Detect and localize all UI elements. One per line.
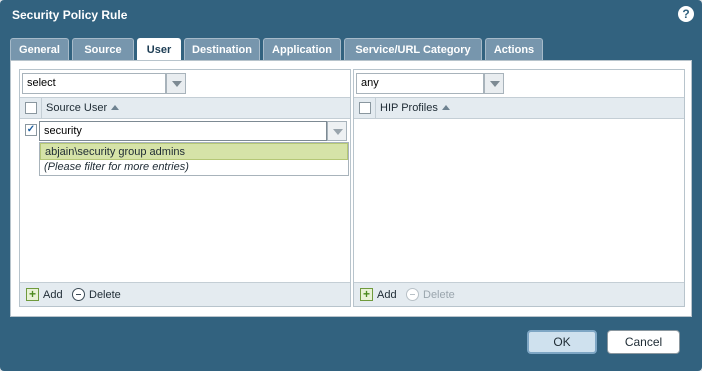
select-all-checkbox[interactable] <box>25 102 37 114</box>
ok-button[interactable]: OK <box>527 330 597 354</box>
add-button[interactable]: + Add <box>360 286 397 304</box>
hip-profiles-footer: + Add Delete <box>354 282 684 306</box>
hip-profiles-selector[interactable]: any <box>356 73 484 94</box>
column-header-label: Source User <box>46 102 108 114</box>
help-icon[interactable]: ? <box>678 6 694 22</box>
column-header-label: HIP Profiles <box>380 102 438 114</box>
cancel-button[interactable]: Cancel <box>607 330 680 354</box>
plus-icon: + <box>360 288 373 301</box>
delete-button[interactable]: Delete <box>406 286 455 304</box>
tab-content: select Source User ✓ security abjain\sec… <box>10 60 692 317</box>
chevron-down-icon[interactable] <box>166 73 186 94</box>
chevron-down-icon[interactable] <box>484 73 504 94</box>
tab-destination[interactable]: Destination <box>184 38 260 60</box>
security-policy-rule-dialog: Security Policy Rule ? General Source Us… <box>0 0 702 371</box>
column-header[interactable]: Source User <box>41 98 120 118</box>
hip-profiles-header: HIP Profiles <box>354 97 684 119</box>
plus-icon: + <box>26 288 39 301</box>
tab-actions[interactable]: Actions <box>485 38 543 60</box>
sort-asc-icon <box>441 105 450 110</box>
autocomplete-hint: (Please filter for more entries) <box>44 161 189 173</box>
row-checkbox[interactable]: ✓ <box>25 124 37 136</box>
sort-asc-icon <box>111 105 120 110</box>
autocomplete-list: abjain\security group admins (Please fil… <box>39 142 349 176</box>
delete-button[interactable]: Delete <box>72 286 121 304</box>
tab-general[interactable]: General <box>10 38 69 60</box>
hip-profiles-panel: any HIP Profiles + Add Delete <box>353 69 685 307</box>
add-label: Add <box>377 289 397 301</box>
minus-circle-icon <box>406 288 419 301</box>
source-user-selector[interactable]: select <box>22 73 166 94</box>
autocomplete-item[interactable]: abjain\security group admins <box>40 143 348 160</box>
source-user-edit-row: ✓ security <box>20 121 350 141</box>
delete-label: Delete <box>423 289 455 301</box>
tab-user[interactable]: User <box>137 38 181 61</box>
chevron-down-icon[interactable] <box>327 121 347 141</box>
column-header[interactable]: HIP Profiles <box>375 98 450 118</box>
dialog-title: Security Policy Rule <box>12 8 128 22</box>
minus-circle-icon <box>72 288 85 301</box>
delete-label: Delete <box>89 289 121 301</box>
select-all-checkbox[interactable] <box>359 102 371 114</box>
source-user-input[interactable]: security <box>39 121 327 141</box>
tab-source[interactable]: Source <box>72 38 134 60</box>
tab-service-url-category[interactable]: Service/URL Category <box>344 38 482 60</box>
source-user-footer: + Add Delete <box>20 282 350 306</box>
add-button[interactable]: + Add <box>26 286 63 304</box>
tab-application[interactable]: Application <box>263 38 341 60</box>
add-label: Add <box>43 289 63 301</box>
source-user-header: Source User <box>20 97 350 119</box>
source-user-panel: select Source User ✓ security abjain\sec… <box>19 69 351 307</box>
